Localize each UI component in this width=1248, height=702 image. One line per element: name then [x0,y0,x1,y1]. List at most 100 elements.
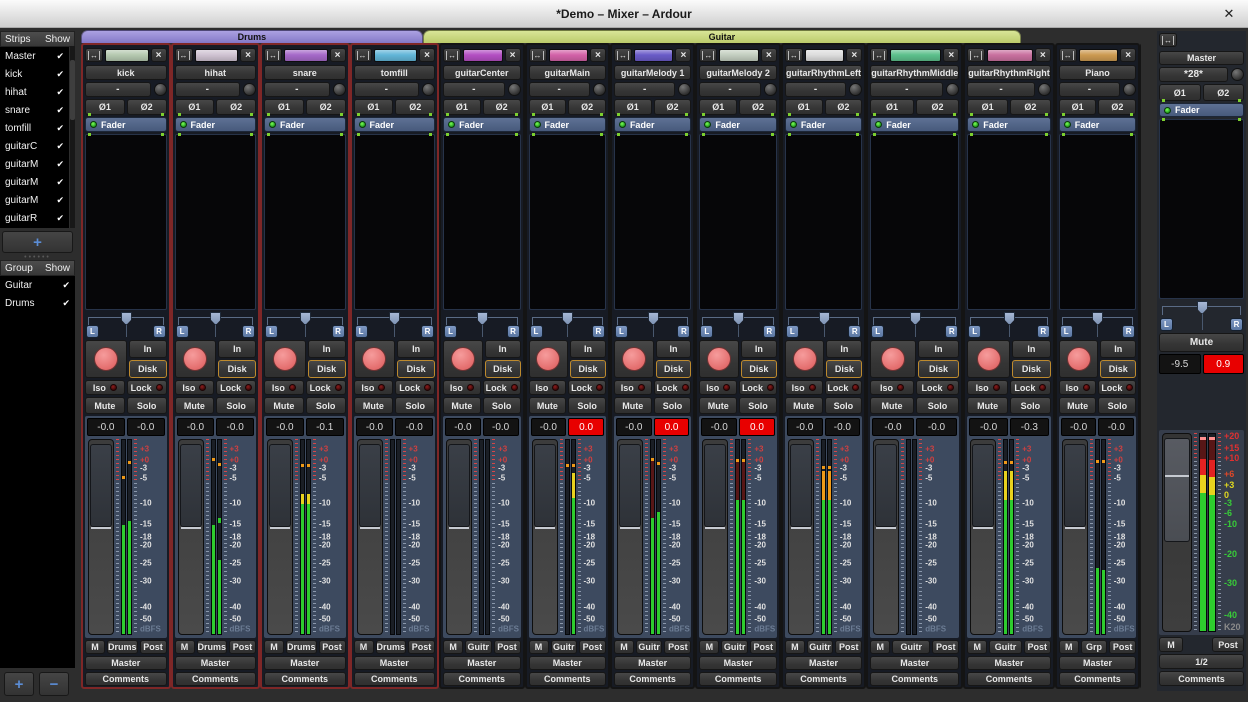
fader-handle[interactable] [448,444,470,527]
peak-display[interactable]: -0.0 [825,418,861,436]
solo-lock-button[interactable]: Lock [916,380,960,395]
mute-button[interactable]: Mute [175,397,215,414]
monitor-input-button[interactable]: In [485,340,521,358]
group-button[interactable]: Drums [376,640,407,654]
trim-select-button[interactable]: - [699,82,760,97]
processor-active-led[interactable] [90,121,97,128]
strip-color-bar[interactable] [284,49,328,62]
group-button[interactable]: Guitr [465,640,491,654]
phase-invert-1-button[interactable]: Ø1 [1159,84,1201,101]
gain-display[interactable]: -0.0 [787,418,823,436]
output-routing-button[interactable]: Master [967,656,1051,670]
trim-knob[interactable] [422,83,435,96]
monitor-disk-button[interactable]: Disk [570,360,606,378]
processor-box[interactable] [699,134,776,310]
monitor-disk-button[interactable]: Disk [1100,360,1136,378]
solo-button[interactable]: Solo [916,397,960,414]
processor-box[interactable] [785,134,862,310]
pan-left-button[interactable]: L [1060,325,1073,338]
solo-button[interactable]: Solo [568,397,606,414]
output-routing-button[interactable]: Master [175,656,257,670]
mute-button[interactable]: Mute [967,397,1008,414]
metering-point-button[interactable]: M [443,640,463,654]
solo-isolate-button[interactable]: Iso [443,380,481,395]
record-enable-button[interactable] [870,340,916,378]
processor-box[interactable] [967,134,1051,310]
solo-button[interactable]: Solo [739,397,777,414]
strip-color-bar[interactable] [374,49,418,62]
comments-button[interactable]: Comments [354,672,436,686]
group-button[interactable]: Guitr [807,640,833,654]
fader-processor-entry[interactable]: Fader [443,117,520,132]
strip-close-icon[interactable]: × [590,48,606,62]
trim-select-button[interactable]: - [614,82,675,97]
comments-button[interactable]: Comments [614,672,691,686]
monitor-disk-button[interactable]: Disk [218,360,256,378]
pan-right-button[interactable]: R [421,325,434,338]
peak-display[interactable]: 0.0 [654,418,690,436]
trim-select-button[interactable]: - [785,82,846,97]
fader-processor-entry[interactable]: Fader [699,117,776,132]
record-enable-button[interactable] [529,340,569,378]
metering-point-button[interactable]: M [264,640,284,654]
strip-close-icon[interactable]: × [240,48,256,62]
peak-display[interactable]: -0.0 [395,418,433,436]
monitor-disk-button[interactable]: Disk [741,360,777,378]
processor-box[interactable] [443,134,520,310]
group-button[interactable]: Guitr [636,640,662,654]
solo-lock-button[interactable]: Lock [739,380,777,395]
channel-fader[interactable] [1062,439,1088,635]
monitor-input-button[interactable]: In [129,340,167,358]
master-processor-box[interactable] [1159,119,1244,299]
strip-width-icon[interactable]: ↔ [699,48,717,62]
group-button[interactable]: Drums [107,640,138,654]
strip-name-button[interactable]: guitarRhythmLeft [785,65,862,80]
mute-button[interactable]: Mute [614,397,652,414]
peak-display[interactable]: -0.0 [483,418,519,436]
fader-point-button[interactable]: Post [140,640,167,654]
strip-list-item[interactable]: guitarM✔ [0,155,69,173]
visible-checkmark-icon[interactable]: ✔ [56,141,64,152]
strip-width-icon[interactable]: ↔ [443,48,461,62]
processor-active-led[interactable] [875,121,882,128]
peak-display[interactable]: -0.1 [306,418,344,436]
comments-button[interactable]: Comments [870,672,959,686]
monitor-input-button[interactable]: In [656,340,692,358]
processor-active-led[interactable] [619,121,626,128]
pan-control[interactable]: LR [443,312,520,338]
fader-point-button[interactable]: Post [408,640,435,654]
processor-active-led[interactable] [359,121,366,128]
solo-button[interactable]: Solo [654,397,692,414]
window-close-icon[interactable]: ✕ [1220,5,1238,23]
strip-width-icon[interactable]: ↔ [264,48,282,62]
fader-point-button[interactable]: Post [229,640,256,654]
strip-close-icon[interactable]: × [330,48,346,62]
strip-close-icon[interactable]: × [505,48,521,62]
master-mute-button[interactable]: Mute [1159,333,1244,352]
peak-display[interactable]: 0.0 [739,418,775,436]
monitor-input-button[interactable]: In [1100,340,1136,358]
output-routing-button[interactable]: Master [870,656,959,670]
visible-checkmark-icon[interactable]: ✔ [56,213,64,224]
pan-left-button[interactable]: L [700,325,713,338]
fader-processor-entry[interactable]: Fader [529,117,606,132]
solo-button[interactable]: Solo [1098,397,1136,414]
strip-color-bar[interactable] [195,49,239,62]
master-fader-processor-entry[interactable]: Fader [1159,103,1244,117]
group-button[interactable]: Guitr [721,640,747,654]
trim-select-button[interactable]: - [85,82,151,97]
solo-lock-button[interactable]: Lock [483,380,521,395]
fader-point-button[interactable]: Post [494,640,521,654]
pan-control[interactable]: LR [614,312,691,338]
pan-control[interactable]: LR [264,312,346,338]
fader-processor-entry[interactable]: Fader [870,117,959,132]
mute-button[interactable]: Mute [1059,397,1097,414]
fader-handle[interactable] [1064,444,1086,527]
trim-select-button[interactable]: - [443,82,504,97]
processor-active-led[interactable] [180,121,187,128]
solo-button[interactable]: Solo [825,397,863,414]
peak-display[interactable]: -0.0 [216,418,254,436]
fader-point-button[interactable]: Post [1024,640,1051,654]
monitor-input-button[interactable]: In [918,340,959,358]
trim-knob[interactable] [946,83,959,96]
